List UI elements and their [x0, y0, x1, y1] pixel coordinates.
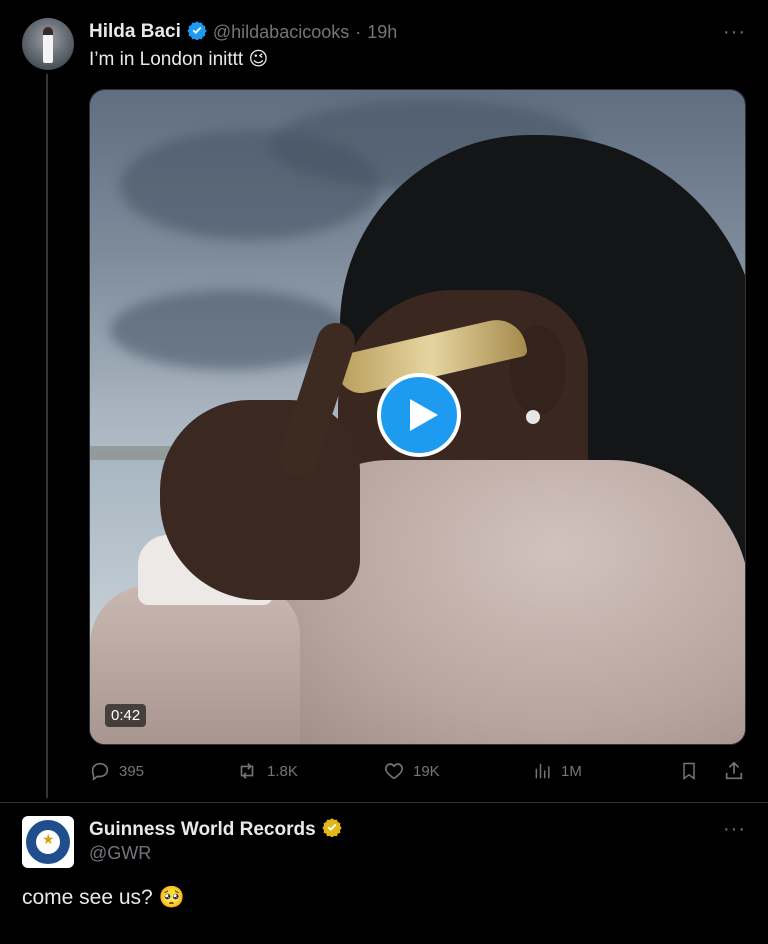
tweet-text-body: I’m in London inittt	[89, 49, 244, 70]
earring	[526, 410, 540, 424]
like-count: 19K	[413, 762, 440, 780]
user-handle[interactable]: @GWR	[89, 843, 151, 864]
display-name[interactable]: Guinness World Records	[89, 819, 316, 841]
views-button[interactable]: 1M	[533, 760, 582, 782]
tweet-text-body: come see us?	[22, 886, 153, 909]
analytics-icon	[535, 763, 550, 779]
thread-connector-line	[46, 74, 48, 798]
video-player[interactable]: 0:42	[89, 89, 746, 745]
tweet-text: I’m in London inittt 😉	[89, 48, 268, 71]
tweet2-header: Guinness World Records	[89, 817, 342, 842]
video-duration: 0:42	[105, 704, 147, 727]
display-name[interactable]: Hilda Baci	[89, 21, 181, 43]
user-handle[interactable]: @hildabacicooks	[213, 22, 349, 43]
reply-count: 395	[119, 762, 145, 780]
heart-icon	[385, 763, 403, 780]
more-options-icon[interactable]: ···	[723, 22, 746, 42]
verified-badge-gold-icon	[321, 817, 342, 842]
repost-button[interactable]: 1.8K	[235, 760, 298, 782]
tweet-text: come see us? 🥺	[22, 886, 185, 910]
repost-icon	[240, 763, 254, 779]
timestamp[interactable]: 19h	[367, 22, 397, 43]
separator-dot: ·	[355, 21, 362, 42]
share-button[interactable]	[723, 760, 745, 782]
bookmark-icon	[683, 762, 695, 780]
play-icon	[410, 399, 438, 431]
action-bar: 395 1.8K 19K 1M	[89, 760, 749, 790]
tweet-header: Hilda Baci @hildabacicooks · 19h	[89, 19, 397, 45]
hand	[160, 400, 360, 600]
gwr-avatar[interactable]: ★	[22, 816, 74, 868]
wink-emoji: 😉	[248, 49, 269, 70]
more-options-icon[interactable]: ···	[723, 819, 746, 839]
play-button[interactable]	[377, 373, 461, 457]
tweet-divider	[0, 802, 768, 803]
avatar-person-figure	[43, 27, 53, 63]
share-icon	[725, 761, 743, 780]
repost-count: 1.8K	[267, 762, 298, 780]
pleading-emoji: 🥺	[158, 886, 185, 909]
view-count: 1M	[561, 762, 582, 780]
star-icon: ★	[42, 831, 55, 847]
verified-badge-icon	[187, 20, 207, 45]
reply-icon	[91, 762, 109, 781]
reply-button[interactable]: 395	[89, 760, 144, 782]
like-button[interactable]: 19K	[383, 760, 440, 782]
gwr-logo-icon: ★	[26, 820, 70, 864]
bookmark-button[interactable]	[679, 760, 699, 782]
avatar[interactable]	[22, 18, 74, 70]
